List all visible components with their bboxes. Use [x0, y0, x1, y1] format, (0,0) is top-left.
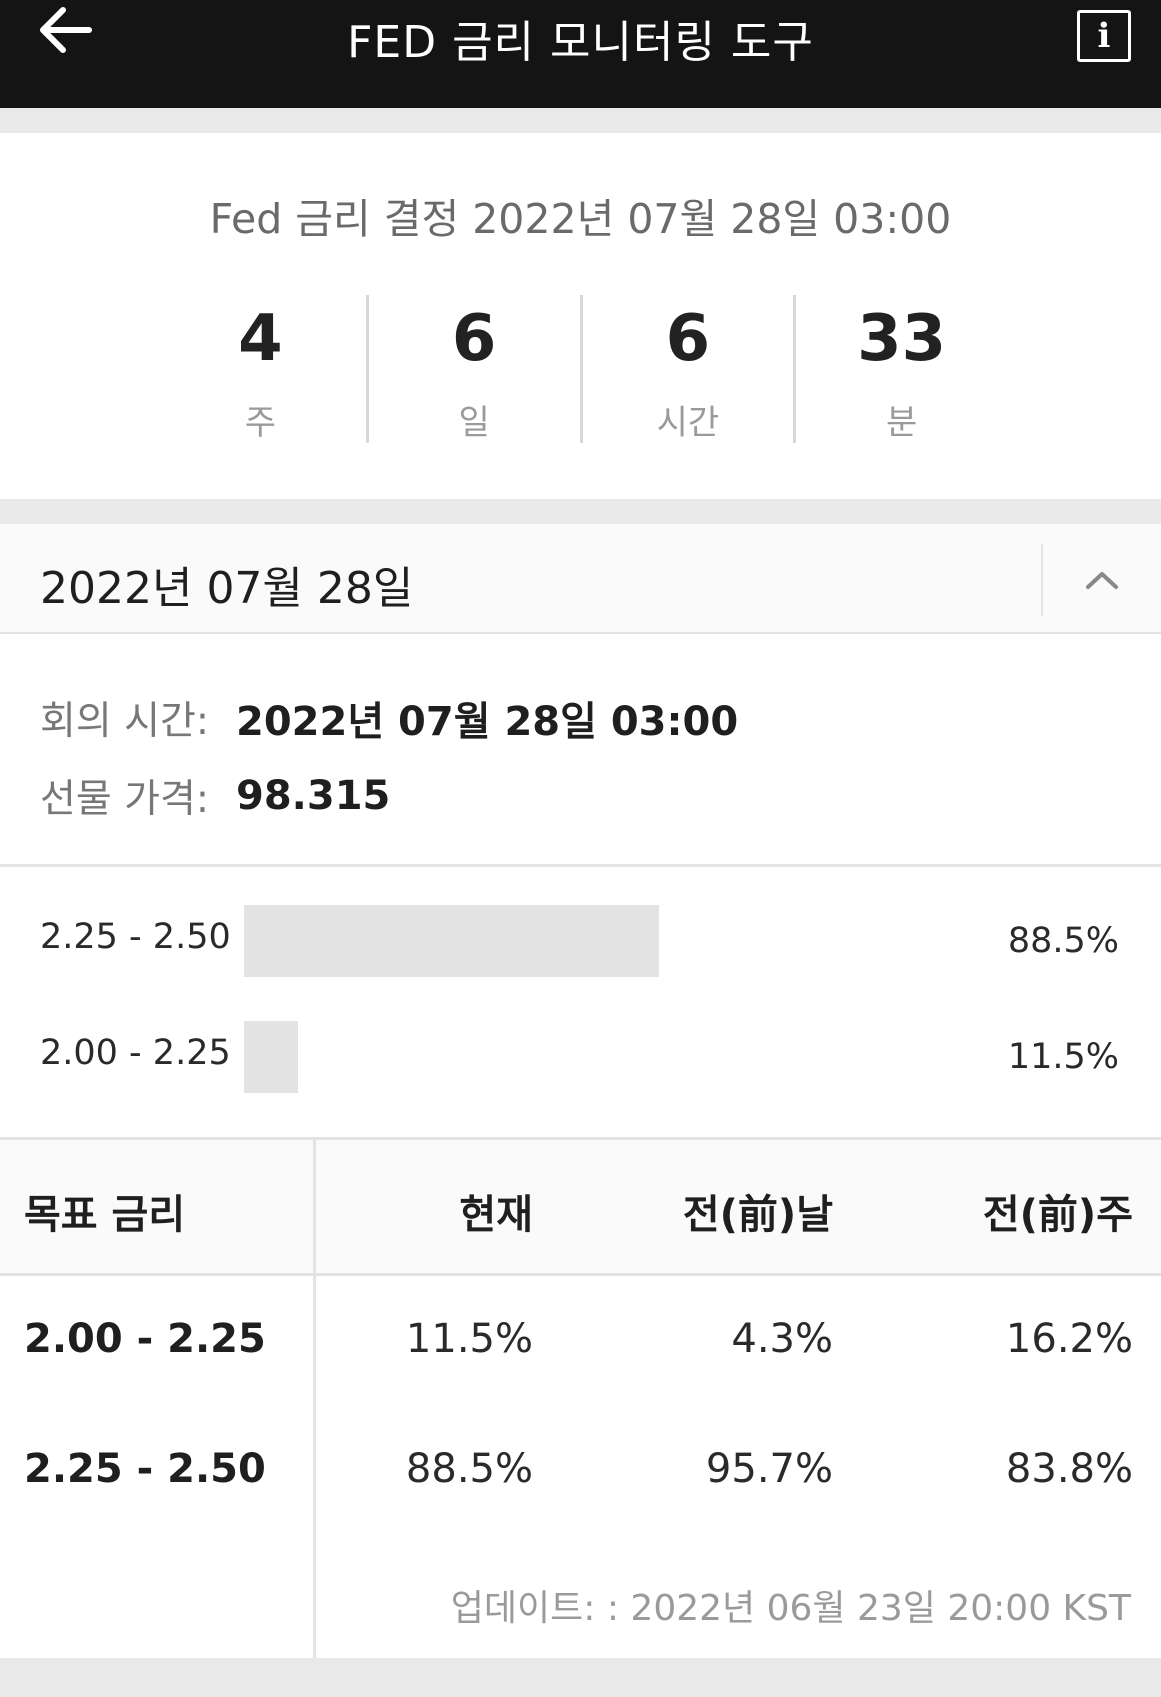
countdown-label: 일 [458, 403, 490, 443]
countdown-label: 주 [244, 403, 277, 443]
table-cell: 2.00 - 2.25 [24, 1316, 266, 1362]
probability-bar-track [244, 1021, 964, 1093]
countdown-value: 6 [451, 302, 497, 376]
column-header-previous-week: 전(前)주 [982, 1192, 1133, 1238]
probability-percent: 88.5% [1007, 921, 1119, 961]
futures-price-row: 선물 가격: 98.315 [40, 757, 738, 835]
probability-bar [244, 905, 659, 977]
probability-range: 2.25 - 2.50 [40, 917, 231, 957]
countdown-label: 시간 [656, 403, 720, 443]
collapse-button[interactable] [1041, 544, 1161, 616]
probability-bar [244, 1021, 298, 1093]
countdown-minutes: 33 분 [796, 295, 1007, 443]
meeting-date: 2022년 07월 28일 [40, 563, 414, 614]
table-cell: 88.5% [405, 1446, 533, 1492]
info-button[interactable]: i [1077, 10, 1131, 62]
app-header: FED 금리 모니터링 도구 i [0, 0, 1161, 108]
table-row: 2.00 - 2.25 11.5% 4.3% 16.2% [0, 1276, 1161, 1406]
meeting-info: 회의 시간: 2022년 07월 28일 03:00 선물 가격: 98.315 [40, 679, 738, 835]
info-icon: i [1097, 16, 1111, 56]
column-header-previous-day: 전(前)날 [682, 1192, 833, 1238]
table-row: 2.25 - 2.50 88.5% 95.7% 83.8% [0, 1406, 1161, 1536]
chevron-up-icon [1086, 572, 1118, 589]
updated-timestamp: 업데이트: : 2022년 06월 23일 20:00 KST [450, 1588, 1131, 1629]
table-cell: 4.3% [731, 1316, 833, 1362]
meeting-time-row: 회의 시간: 2022년 07월 28일 03:00 [40, 679, 738, 757]
countdown-value: 4 [238, 302, 283, 376]
table-cell: 16.2% [1005, 1316, 1133, 1362]
futures-price-value: 98.315 [236, 773, 391, 819]
probability-row: 2.25 - 2.50 88.5% [0, 905, 1161, 977]
column-header-target-rate: 목표 금리 [24, 1192, 186, 1238]
countdown-value: 33 [857, 302, 947, 376]
probability-table: 목표 금리 현재 전(前)날 전(前)주 2.00 - 2.25 11.5% 4… [0, 1140, 1161, 1536]
column-header-current: 현재 [459, 1192, 533, 1238]
decision-date-text: Fed 금리 결정 2022년 07월 28일 03:00 [209, 195, 952, 243]
meeting-header[interactable]: 2022년 07월 28일 [0, 524, 1161, 634]
countdown-card: Fed 금리 결정 2022년 07월 28일 03:00 4 주 6 일 6 … [0, 133, 1161, 499]
probability-range: 2.00 - 2.25 [40, 1033, 231, 1073]
countdown-weeks: 4 주 [155, 295, 369, 443]
countdown-days: 6 일 [369, 295, 583, 443]
table-cell: 2.25 - 2.50 [24, 1446, 266, 1492]
table-header: 목표 금리 현재 전(前)날 전(前)주 [0, 1140, 1161, 1276]
countdown-timer: 4 주 6 일 6 시간 33 분 [155, 295, 1007, 443]
probability-row: 2.00 - 2.25 11.5% [0, 1021, 1161, 1093]
countdown-label: 분 [885, 403, 918, 443]
divider [0, 864, 1161, 867]
probability-bar-track [244, 905, 964, 977]
meeting-card: 2022년 07월 28일 회의 시간: 2022년 07월 28일 03:00… [0, 524, 1161, 1658]
countdown-value: 6 [665, 302, 711, 376]
table-cell: 11.5% [405, 1316, 533, 1362]
table-cell: 95.7% [705, 1446, 833, 1492]
countdown-hours: 6 시간 [583, 295, 797, 443]
futures-price-label: 선물 가격: [40, 777, 210, 822]
probability-percent: 11.5% [1007, 1037, 1119, 1077]
meeting-time-label: 회의 시간: [40, 699, 210, 744]
table-cell: 83.8% [1005, 1446, 1133, 1492]
column-divider [313, 1140, 316, 1658]
meeting-time-value: 2022년 07월 28일 03:00 [236, 699, 739, 745]
page-title: FED 금리 모니터링 도구 [347, 17, 814, 68]
